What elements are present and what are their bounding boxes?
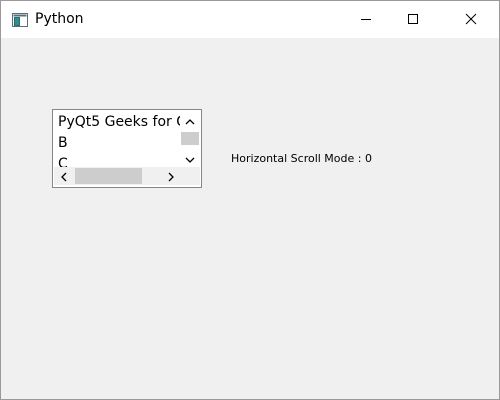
main-window: Python PyQt5 Geeks for Geeks B	[0, 0, 500, 400]
scroll-down-button[interactable]	[180, 150, 200, 167]
minimize-button[interactable]	[343, 1, 389, 38]
close-button[interactable]	[448, 1, 494, 38]
window-title: Python	[35, 11, 84, 27]
list-item[interactable]: C	[58, 154, 68, 167]
python-window-icon	[12, 12, 28, 27]
scroll-left-button[interactable]	[54, 167, 72, 185]
client-area: PyQt5 Geeks for Geeks B C	[1, 38, 499, 399]
chevron-up-icon	[185, 110, 195, 129]
vertical-scroll-thumb[interactable]	[181, 132, 199, 145]
minimize-icon	[360, 10, 372, 29]
title-bar[interactable]: Python	[1, 1, 499, 38]
chevron-right-icon	[168, 167, 175, 186]
list-widget[interactable]: PyQt5 Geeks for Geeks B C	[52, 109, 202, 188]
list-viewport[interactable]: PyQt5 Geeks for Geeks B C	[54, 111, 180, 167]
list-item[interactable]: PyQt5 Geeks for Geeks	[58, 112, 180, 133]
vertical-scrollbar[interactable]	[180, 111, 200, 167]
maximize-icon	[407, 10, 419, 29]
scroll-up-button[interactable]	[180, 111, 200, 128]
chevron-down-icon	[185, 149, 195, 168]
scroll-mode-label: Horizontal Scroll Mode : 0	[231, 152, 372, 165]
list-item[interactable]: B	[58, 133, 68, 154]
chevron-left-icon	[60, 167, 67, 186]
horizontal-scroll-thumb[interactable]	[75, 168, 142, 184]
horizontal-scrollbar[interactable]	[54, 167, 180, 185]
maximize-button[interactable]	[390, 1, 436, 38]
scroll-right-button[interactable]	[162, 167, 180, 185]
close-icon	[465, 10, 477, 29]
scrollbar-corner	[180, 167, 200, 185]
